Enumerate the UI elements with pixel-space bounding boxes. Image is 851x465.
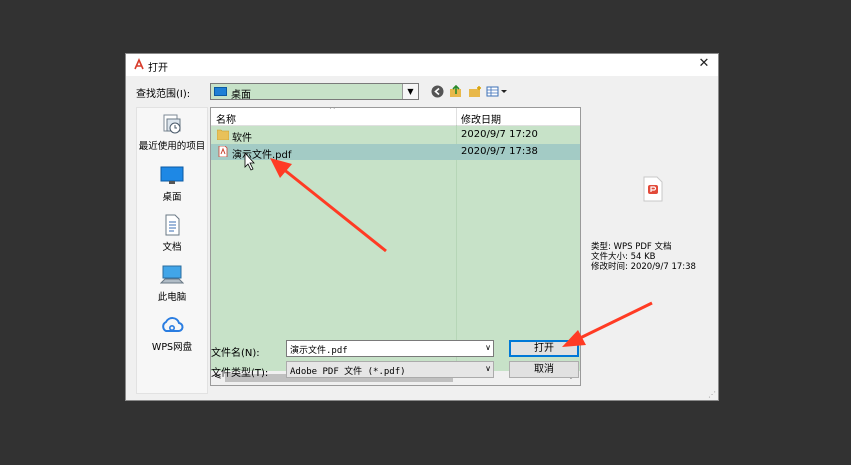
- resize-grip-icon[interactable]: ⋰: [708, 390, 716, 399]
- place-desktop[interactable]: 桌面: [137, 164, 207, 203]
- dialog-title: 打开: [148, 63, 168, 74]
- cloud-icon: [162, 317, 184, 332]
- filetype-value: Adobe PDF 文件 (*.pdf): [290, 367, 406, 377]
- cancel-button[interactable]: 取消: [509, 361, 579, 378]
- file-date: 2020/9/7 17:38: [461, 146, 538, 157]
- place-this-pc[interactable]: 此电脑: [137, 264, 207, 303]
- filename-label: 文件名(N):: [211, 348, 260, 359]
- column-name-header[interactable]: 名称: [216, 111, 236, 126]
- place-recent[interactable]: 最近使用的项目: [137, 113, 207, 152]
- chevron-down-icon[interactable]: ∨: [485, 343, 491, 352]
- column-divider: [456, 125, 457, 370]
- view-menu-icon[interactable]: [486, 85, 508, 99]
- desktop-icon: [160, 166, 184, 184]
- title-bar: 打开 ✕: [126, 54, 718, 76]
- place-documents[interactable]: 文档: [137, 214, 207, 253]
- places-bar: 最近使用的项目 桌面 文档 此电脑 WPS网盘: [136, 107, 208, 394]
- place-label: 文档: [162, 242, 182, 253]
- look-in-select[interactable]: 桌面 ▼: [210, 83, 419, 101]
- column-date-header[interactable]: 修改日期: [461, 111, 501, 126]
- desktop-icon: [214, 87, 227, 96]
- folder-icon: [217, 129, 229, 140]
- preview-size: 文件大小: 54 KB: [591, 252, 656, 262]
- close-icon[interactable]: ✕: [697, 57, 711, 71]
- sort-ascending-icon: ^: [329, 107, 336, 114]
- new-folder-icon[interactable]: [468, 85, 482, 99]
- back-icon[interactable]: [430, 85, 444, 99]
- open-button[interactable]: 打开: [509, 340, 579, 357]
- column-divider[interactable]: [456, 108, 457, 125]
- place-label: WPS网盘: [151, 342, 193, 353]
- recent-items-icon: [163, 114, 181, 134]
- place-label: 此电脑: [157, 292, 187, 303]
- this-pc-icon: [160, 265, 184, 284]
- filetype-select[interactable]: Adobe PDF 文件 (*.pdf) ∨: [286, 361, 494, 378]
- file-date: 2020/9/7 17:20: [461, 129, 538, 140]
- chevron-down-icon[interactable]: ▼: [402, 84, 418, 99]
- pdf-preview-icon: [643, 176, 663, 202]
- preview-type: 类型: WPS PDF 文档: [591, 242, 672, 252]
- file-list-header: 名称 ^ 修改日期: [211, 108, 580, 126]
- open-file-dialog: 打开 ✕ 查找范围(I): 桌面 ▼ 最近使用的项目 桌面 文档 此电脑 WPS…: [125, 53, 719, 401]
- place-label: 最近使用的项目: [138, 141, 206, 152]
- pdf-file-icon: [218, 146, 228, 157]
- look-in-label: 查找范围(I):: [136, 89, 191, 100]
- filename-input[interactable]: 演示文件.pdf ∨: [286, 340, 494, 357]
- file-name: 演示文件.pdf: [232, 150, 292, 161]
- preview-modified: 修改时间: 2020/9/7 17:38: [591, 262, 696, 272]
- look-in-value: 桌面: [231, 90, 251, 101]
- filetype-label: 文件类型(T):: [211, 368, 269, 379]
- filename-value: 演示文件.pdf: [290, 346, 348, 356]
- documents-icon: [165, 214, 180, 236]
- place-wps-cloud[interactable]: WPS网盘: [137, 314, 207, 353]
- place-label: 桌面: [162, 192, 182, 203]
- chevron-down-icon[interactable]: ∨: [485, 364, 491, 373]
- pdf-app-icon: [134, 58, 144, 70]
- file-name: 软件: [232, 133, 252, 144]
- file-row-folder[interactable]: 软件 2020/9/7 17:20: [211, 127, 580, 144]
- up-folder-icon[interactable]: [449, 84, 463, 99]
- file-row-pdf[interactable]: 演示文件.pdf 2020/9/7 17:38: [211, 144, 580, 161]
